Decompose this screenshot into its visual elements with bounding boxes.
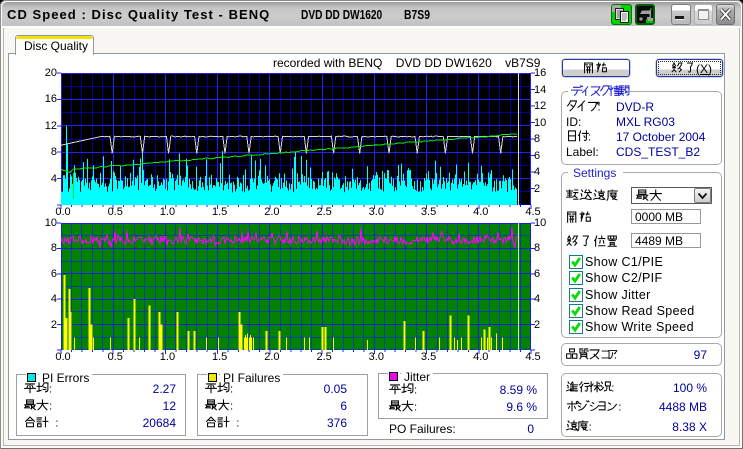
svg-text::: : (618, 401, 621, 413)
svg-text::: : (230, 383, 233, 395)
svg-text::: : (230, 400, 233, 412)
svg-text::: : (55, 417, 58, 429)
svg-text::: : (49, 383, 52, 395)
svg-text::: : (611, 382, 614, 394)
svg-text::: : (49, 400, 52, 412)
svg-text::: : (589, 421, 592, 433)
svg-text::: : (414, 401, 417, 413)
svg-text::: : (414, 384, 417, 396)
svg-text:シ: シ (589, 401, 600, 413)
svg-text::: : (588, 131, 591, 143)
svg-text::: : (614, 349, 617, 361)
svg-text::: : (236, 417, 239, 429)
svg-text::: : (598, 101, 601, 113)
